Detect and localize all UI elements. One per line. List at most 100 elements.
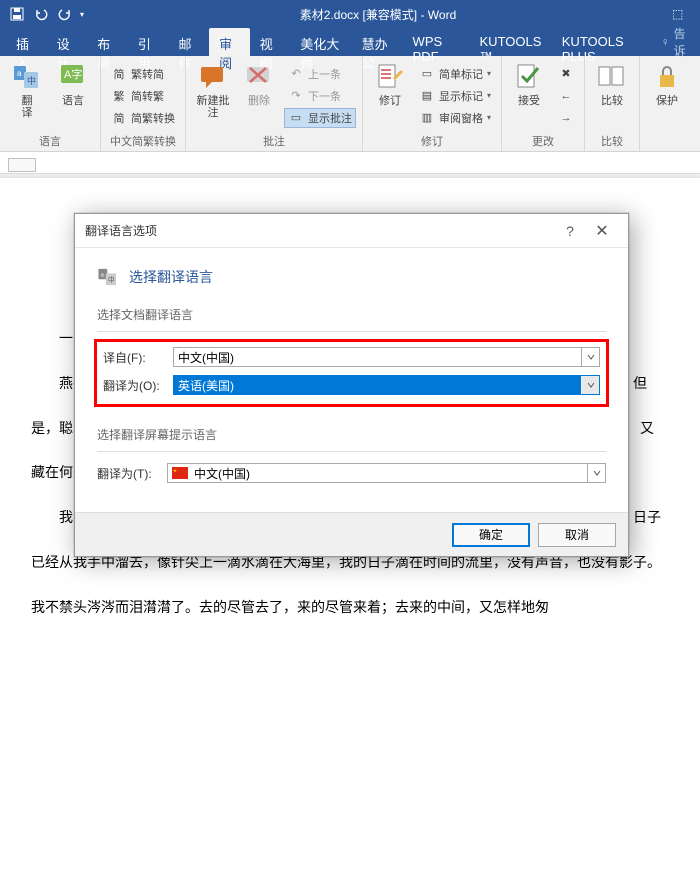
next-change-icon: →	[558, 110, 574, 126]
accept-button[interactable]: 接受	[508, 59, 550, 132]
convert-cn-button[interactable]: 简简繁转换	[107, 108, 179, 128]
protect-button[interactable]: 保护	[646, 59, 688, 148]
ruler-piece	[8, 158, 36, 172]
translate-from-combo[interactable]: 中文(中国)	[173, 347, 600, 367]
language-button[interactable]: A字 语言	[52, 59, 94, 132]
tab-huiban[interactable]: 慧办公	[352, 28, 403, 56]
tab-mailings[interactable]: 邮件	[169, 28, 210, 56]
dialog-help-button[interactable]: ?	[554, 223, 586, 239]
next-comment-button[interactable]: ↷下一条	[284, 86, 356, 106]
group-protect: 保护	[640, 56, 694, 151]
markup-combo-icon: ▭	[419, 66, 435, 82]
ok-button[interactable]: 确定	[452, 523, 530, 547]
dialog-body: a中 选择翻译语言 选择文档翻译语言 译自(F): 中文(中国) 翻译为(O):…	[75, 248, 628, 512]
translate-from-value: 中文(中国)	[174, 349, 581, 366]
group-label-cnconv: 中文简繁转换	[107, 132, 179, 150]
undo-icon[interactable]	[32, 5, 50, 23]
reject-button[interactable]: ✖	[554, 64, 578, 84]
prev-change-icon: ←	[558, 88, 574, 104]
delete-comment-button[interactable]: 删除	[238, 59, 280, 132]
tab-design[interactable]: 设计	[47, 28, 88, 56]
show-comments-button[interactable]: ▭显示批注	[284, 108, 356, 128]
svg-text:中: 中	[108, 275, 115, 284]
chevron-down-icon	[587, 464, 605, 482]
track-changes-button[interactable]: 修订	[369, 59, 411, 132]
window-title: 素材2.docx [兼容模式] - Word	[84, 6, 672, 23]
group-label-protect	[646, 148, 688, 150]
save-icon[interactable]	[8, 5, 26, 23]
ruler	[0, 152, 700, 174]
group-label-changes: 更改	[508, 132, 578, 150]
compare-button[interactable]: 比较	[591, 59, 633, 132]
review-pane-button[interactable]: ▥审阅窗格▾	[415, 108, 495, 128]
translate-to-combo[interactable]: 英语(美国)	[173, 375, 600, 395]
group-language: a中 翻 译 A字 语言 语言	[0, 56, 101, 151]
group-tracking: 修订 ▭简单标记▾ ▤显示标记▾ ▥审阅窗格▾ 修订	[363, 56, 502, 151]
ribbon-tabs: 插入 设计 布局 引用 邮件 审阅 视图 美化大师 慧办公 WPS PDF KU…	[0, 28, 700, 56]
divider	[97, 451, 606, 452]
group-comments: 新建批注 删除 ↶上一条 ↷下一条 ▭显示批注 批注	[186, 56, 363, 151]
review-pane-icon: ▥	[419, 110, 435, 126]
group-changes: 接受 ✖ ← → 更改	[502, 56, 585, 151]
convert-cn-icon: 简	[111, 110, 127, 126]
ribbon-body: a中 翻 译 A字 语言 语言 简繁转简 繁简转繁 简简繁转换 中文简繁转换 新…	[0, 56, 700, 152]
svg-text:a: a	[17, 69, 22, 78]
tip-lang-combo[interactable]: 中文(中国)	[167, 463, 606, 483]
svg-text:A字: A字	[64, 67, 82, 81]
show-comments-icon: ▭	[288, 110, 304, 126]
prev-comment-button[interactable]: ↶上一条	[284, 64, 356, 84]
dialog-footer: 确定 取消	[75, 512, 628, 556]
highlighted-fields: 译自(F): 中文(中国) 翻译为(O): 英语(美国)	[97, 342, 606, 404]
track-changes-icon	[374, 61, 406, 93]
fieldgroup-screentip: 选择翻译屏幕提示语言 翻译为(T): 中文(中国)	[97, 426, 606, 502]
group-label-compare: 比较	[591, 132, 633, 150]
cancel-button[interactable]: 取消	[538, 523, 616, 547]
protect-icon	[651, 61, 683, 93]
fieldgroup-document-label: 选择文档翻译语言	[97, 306, 606, 323]
translate-from-label: 译自(F):	[103, 349, 165, 366]
translation-options-dialog: 翻译语言选项 ? ✕ a中 选择翻译语言 选择文档翻译语言 译自(F): 中文(…	[74, 213, 629, 557]
delete-comment-icon	[243, 61, 275, 93]
tab-wpspdf[interactable]: WPS PDF	[403, 28, 470, 56]
translate-icon: a中	[11, 61, 43, 93]
translate-to-label: 翻译为(O):	[103, 377, 165, 394]
group-compare: 比较 比较	[585, 56, 640, 151]
new-comment-button[interactable]: 新建批注	[192, 59, 234, 132]
show-markup-button[interactable]: ▤显示标记▾	[415, 86, 495, 106]
translate-button[interactable]: a中 翻 译	[6, 59, 48, 132]
next-change-button[interactable]: →	[554, 108, 578, 128]
tab-references[interactable]: 引用	[128, 28, 169, 56]
flag-icon	[172, 467, 190, 479]
tab-insert[interactable]: 插入	[6, 28, 47, 56]
tab-kutools-plus[interactable]: KUTOOLS PLUS	[552, 28, 651, 56]
reject-icon: ✖	[558, 66, 574, 82]
tip-lang-value: 中文(中国)	[190, 465, 587, 482]
group-label-language: 语言	[6, 132, 94, 150]
tab-beautify[interactable]: 美化大师	[290, 28, 351, 56]
chevron-down-icon	[581, 348, 599, 366]
group-cnconv: 简繁转简 繁简转繁 简简繁转换 中文简繁转换	[101, 56, 186, 151]
redo-icon[interactable]	[56, 5, 74, 23]
tab-view[interactable]: 视图	[250, 28, 291, 56]
tip-lang-label: 翻译为(T):	[97, 465, 159, 482]
title-bar: ▾ 素材2.docx [兼容模式] - Word ⬚	[0, 0, 700, 28]
prev-icon: ↶	[288, 66, 304, 82]
to-trad-button[interactable]: 繁简转繁	[107, 86, 179, 106]
tell-me[interactable]: ♀告诉	[651, 28, 700, 56]
tab-layout[interactable]: 布局	[87, 28, 128, 56]
tab-kutools[interactable]: KUTOOLS ™	[470, 28, 552, 56]
to-simple-button[interactable]: 简繁转简	[107, 64, 179, 84]
svg-text:中: 中	[27, 75, 36, 86]
fieldgroup-document: 选择文档翻译语言 译自(F): 中文(中国) 翻译为(O): 英语(美国)	[97, 306, 606, 426]
fieldgroup-screentip-label: 选择翻译屏幕提示语言	[97, 426, 606, 443]
to-trad-icon: 繁	[111, 88, 127, 104]
dialog-close-button[interactable]: ✕	[586, 221, 618, 241]
dialog-heading: a中 选择翻译语言	[97, 266, 606, 288]
markup-combo[interactable]: ▭简单标记▾	[415, 64, 495, 84]
lightbulb-icon: ♀	[661, 35, 670, 49]
win-unknown-icon[interactable]: ⬚	[672, 7, 692, 21]
tab-review[interactable]: 审阅	[209, 28, 250, 56]
prev-change-button[interactable]: ←	[554, 86, 578, 106]
quick-access-toolbar: ▾	[8, 5, 84, 23]
dialog-titlebar: 翻译语言选项 ? ✕	[75, 214, 628, 248]
